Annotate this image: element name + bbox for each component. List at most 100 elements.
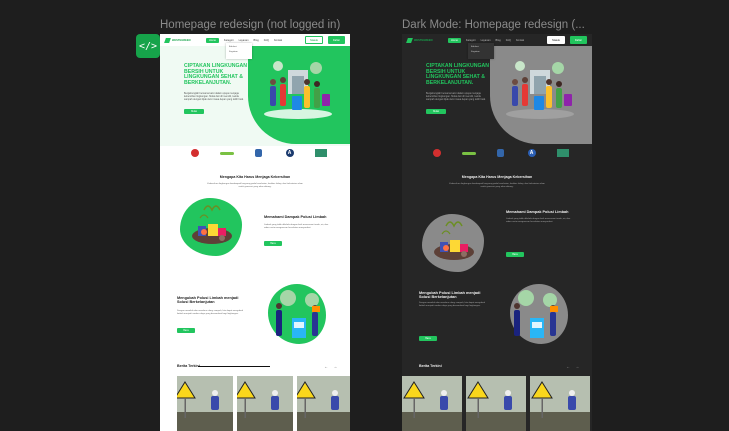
- nav-item-faq[interactable]: FAQ: [506, 39, 511, 42]
- news-card[interactable]: [237, 376, 293, 431]
- hero-description: Bergabunglah bersama kami dalam upaya me…: [184, 92, 244, 101]
- feature1-button[interactable]: Baca: [264, 241, 282, 246]
- feature2-description: Dengan memilah dan mendaur ulang sampah,…: [419, 302, 486, 307]
- feature1-description: Limbah yang tidak dikelola dengan baik m…: [264, 224, 329, 229]
- partner-greenpeace: [219, 149, 234, 157]
- dropdown-item[interactable]: Kegiatan: [229, 51, 249, 53]
- pertamina-logo-icon: [433, 149, 441, 157]
- hero-title: CIPTAKAN LINGKUNGAN BERSIH UNTUK LINGKUN…: [426, 63, 490, 86]
- wwf-logo-icon: [315, 149, 327, 157]
- nav-item-layanan[interactable]: Layanan: [239, 39, 249, 42]
- dark-frame-label[interactable]: Dark Mode: Homepage redesign (...: [402, 19, 585, 31]
- feature2-title: Mengubah Polusi Limbah menjadi Solusi Be…: [419, 291, 481, 300]
- nav-item-kontak[interactable]: Kontak: [274, 39, 282, 42]
- partner-pertamina: [188, 149, 202, 157]
- nav-item-faq[interactable]: FAQ: [264, 39, 269, 42]
- news-image: [177, 376, 233, 431]
- hero-cta-button[interactable]: Mulai: [184, 109, 204, 114]
- feature2-button[interactable]: Baca: [177, 328, 195, 333]
- news-image: [402, 376, 462, 431]
- news-card[interactable]: [466, 376, 526, 431]
- recycling-people-illustration: [514, 290, 558, 338]
- feature1-description: Limbah yang tidak dikelola dengan baik m…: [506, 218, 571, 223]
- dropdown-item[interactable]: Kegiatan: [471, 51, 491, 53]
- news-carousel-arrows[interactable]: ← →: [566, 364, 581, 369]
- hero-title: CIPTAKAN LINGKUNGAN BERSIH UNTUK LINGKUN…: [184, 63, 248, 86]
- partner-logos: A: [188, 146, 328, 160]
- partner-logos: A: [430, 146, 570, 160]
- nav-item-layanan[interactable]: Layanan: [481, 39, 491, 42]
- register-button[interactable]: Daftar: [569, 36, 587, 44]
- dropdown-item[interactable]: Edukasi: [471, 46, 491, 48]
- news-section-title: Berita Terkini: [419, 364, 442, 368]
- nav-item-blog[interactable]: Blog: [254, 39, 259, 42]
- logo-text: WASTEGREEN: [414, 38, 433, 42]
- feature2-title: Mengubah Polusi Limbah menjadi Solusi Be…: [177, 296, 239, 305]
- feature1-title: Memahami Dampak Polusi Limbah: [506, 210, 569, 214]
- news-card[interactable]: [177, 376, 233, 431]
- dark-homepage-frame[interactable]: WASTEGREEN Home Kategori Layanan Blog FA…: [402, 34, 592, 431]
- partner-a: A: [283, 149, 297, 157]
- news-cards: [402, 376, 590, 431]
- nav-item-kategori[interactable]: Kategori: [466, 39, 476, 42]
- why-section-description: Kebersihan lingkungan berdampak langsung…: [207, 183, 303, 188]
- klhk-logo-icon: [254, 149, 262, 157]
- trash-pile-illustration: [434, 221, 474, 260]
- news-card[interactable]: [402, 376, 462, 431]
- light-frame-label[interactable]: Homepage redesign (not logged in): [160, 19, 340, 31]
- hero-cta-button[interactable]: Mulai: [426, 109, 446, 114]
- partner-wwf: [314, 149, 328, 157]
- news-card[interactable]: [530, 376, 590, 431]
- nav-dropdown: Edukasi Kegiatan: [226, 43, 252, 59]
- nav-item-kontak[interactable]: Kontak: [516, 39, 524, 42]
- news-image: [297, 376, 350, 431]
- nav-item-kategori[interactable]: Kategori: [224, 39, 234, 42]
- wwf-logo-icon: [557, 149, 569, 157]
- partner-klhk: [251, 149, 265, 157]
- a-logo-icon: A: [285, 149, 294, 157]
- nav-item-home[interactable]: Home: [448, 37, 461, 43]
- feature2-button[interactable]: Baca: [419, 336, 437, 341]
- login-button[interactable]: Masuk: [547, 36, 565, 44]
- partner-klhk: [493, 149, 507, 157]
- register-button[interactable]: Daftar: [327, 36, 345, 44]
- navbar: WASTEGREEN Home Kategori Layanan Blog FA…: [160, 34, 350, 46]
- news-image: [237, 376, 293, 431]
- nav-item-blog[interactable]: Blog: [496, 39, 501, 42]
- logo[interactable]: WASTEGREEN: [406, 37, 443, 43]
- why-section-title: Mengapa Kita Harus Menjaga Kebersihan: [461, 175, 533, 179]
- hero-illustration-people-recycling: [264, 61, 332, 119]
- nav-dropdown: Edukasi Kegiatan: [468, 43, 494, 59]
- feature2-description: Dengan memilah dan mendaur ulang sampah,…: [177, 310, 244, 315]
- partner-a: A: [525, 149, 539, 157]
- greenpeace-logo-icon: [461, 151, 476, 155]
- dev-mode-code-icon[interactable]: </>: [136, 34, 160, 58]
- navbar: WASTEGREEN Home Kategori Layanan Blog FA…: [402, 34, 592, 46]
- light-homepage-frame[interactable]: WASTEGREEN Home Kategori Layanan Blog FA…: [160, 34, 350, 431]
- trash-pile-illustration: [192, 205, 232, 244]
- news-card[interactable]: [297, 376, 350, 431]
- greenpeace-logo-icon: [219, 151, 234, 155]
- news-divider-line: [198, 366, 270, 368]
- partner-pertamina: [430, 149, 444, 157]
- hero-illustration-people-recycling: [506, 61, 574, 119]
- logo-mark-icon: [164, 37, 171, 43]
- recycling-people-illustration: [276, 290, 320, 338]
- feature1-title: Memahami Dampak Polusi Limbah: [264, 215, 327, 219]
- partner-wwf: [556, 149, 570, 157]
- feature1-button[interactable]: Baca: [506, 252, 524, 257]
- logo[interactable]: WASTEGREEN: [164, 37, 201, 43]
- logo-mark-icon: [406, 37, 413, 43]
- logo-text: WASTEGREEN: [172, 38, 191, 42]
- hero-description: Bergabunglah bersama kami dalam upaya me…: [426, 92, 486, 101]
- partner-greenpeace: [461, 149, 476, 157]
- a-logo-icon: A: [527, 149, 536, 157]
- why-section-description: Kebersihan lingkungan berdampak langsung…: [449, 183, 545, 188]
- pertamina-logo-icon: [191, 149, 199, 157]
- news-cards: [177, 376, 350, 431]
- news-image: [530, 376, 590, 431]
- nav-item-home[interactable]: Home: [206, 37, 219, 43]
- news-carousel-arrows[interactable]: ← →: [324, 364, 339, 369]
- login-button[interactable]: Masuk: [305, 36, 323, 44]
- dropdown-item[interactable]: Edukasi: [229, 46, 249, 48]
